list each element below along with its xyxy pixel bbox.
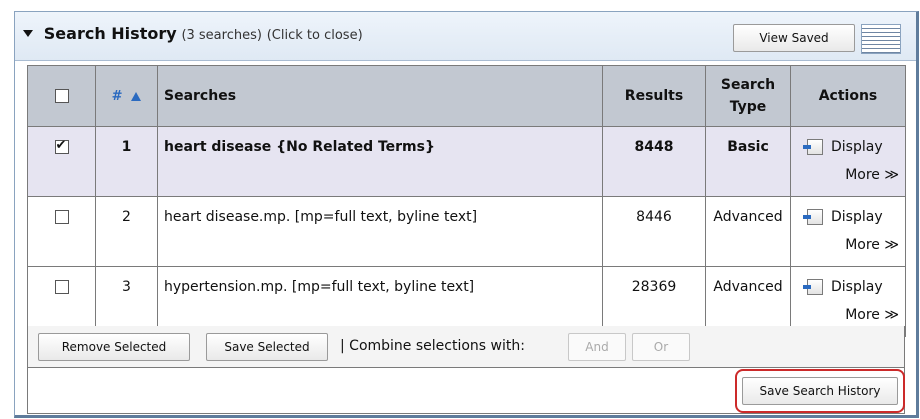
- display-link[interactable]: Display: [831, 139, 883, 155]
- row-search-type: Basic: [705, 126, 791, 197]
- save-search-history-button[interactable]: Save Search History: [742, 377, 898, 405]
- remove-selected-button[interactable]: Remove Selected: [38, 333, 190, 361]
- selection-actions-bar: Remove Selected Save Selected | Combine …: [27, 326, 905, 368]
- table-header-row: # Searches Results Search Type Actions: [27, 65, 906, 127]
- search-history-header[interactable]: Search History (3 searches) (Click to cl…: [15, 12, 916, 61]
- display-action[interactable]: Display: [803, 279, 883, 295]
- search-type-column-header: Search Type: [705, 65, 791, 127]
- panel-title[interactable]: Search History: [44, 24, 177, 43]
- search-history-table: # Searches Results Search Type Actions 1…: [27, 65, 906, 337]
- searches-header-label: Searches: [164, 88, 237, 104]
- combine-label: | Combine selections with:: [340, 338, 525, 354]
- row-number: 2: [95, 196, 158, 267]
- row-number: 1: [95, 126, 158, 197]
- display-link[interactable]: Display: [831, 209, 883, 225]
- display-action[interactable]: Display: [803, 139, 883, 155]
- row-results: 8448: [602, 126, 706, 197]
- actions-header-label: Actions: [818, 88, 878, 104]
- display-action[interactable]: Display: [803, 209, 883, 225]
- table-row: 2 heart disease.mp. [mp=full text, bylin…: [27, 196, 906, 267]
- view-saved-button[interactable]: View Saved: [733, 24, 855, 52]
- row-search-text: heart disease.mp. [mp=full text, byline …: [157, 196, 603, 267]
- row-checkbox[interactable]: [54, 210, 69, 224]
- row-results: 8446: [602, 196, 706, 267]
- list-lines-icon[interactable]: [861, 24, 901, 54]
- save-history-bar: Save Search History: [27, 368, 905, 414]
- select-all-cell: [27, 65, 96, 127]
- row-checkbox-cell: [27, 126, 96, 197]
- display-icon[interactable]: [803, 209, 823, 225]
- display-icon[interactable]: [803, 279, 823, 295]
- header-title-wrap[interactable]: Search History (3 searches) (Click to cl…: [23, 24, 363, 43]
- number-header-label[interactable]: #: [112, 89, 123, 104]
- more-link[interactable]: More ≫: [845, 307, 899, 323]
- search-type-header-label: Search Type: [720, 77, 776, 115]
- row-checkbox[interactable]: [54, 280, 69, 294]
- or-button[interactable]: Or: [632, 333, 690, 361]
- row-actions: Display More ≫: [790, 126, 906, 197]
- actions-column-header: Actions: [790, 65, 906, 127]
- number-column-header[interactable]: #: [95, 65, 158, 127]
- expand-triangle-icon[interactable]: [23, 30, 33, 37]
- search-history-panel: Search History (3 searches) (Click to cl…: [14, 11, 919, 418]
- search-count: (3 searches): [181, 28, 262, 43]
- results-column-header: Results: [602, 65, 706, 127]
- select-all-checkbox[interactable]: [54, 89, 69, 103]
- row-checkbox[interactable]: [54, 138, 69, 154]
- and-button[interactable]: And: [568, 333, 626, 361]
- row-search-type: Advanced: [705, 196, 791, 267]
- row-checkbox-cell: [27, 196, 96, 267]
- save-selected-button[interactable]: Save Selected: [206, 333, 328, 361]
- results-header-label: Results: [624, 88, 684, 104]
- display-link[interactable]: Display: [831, 279, 883, 295]
- row-search-text: heart disease {No Related Terms}: [157, 126, 603, 197]
- table-row: 1 heart disease {No Related Terms} 8448 …: [27, 126, 906, 197]
- row-actions: Display More ≫: [790, 196, 906, 267]
- display-icon[interactable]: [803, 139, 823, 155]
- sort-ascending-icon[interactable]: [131, 92, 142, 101]
- searches-column-header: Searches: [157, 65, 603, 127]
- more-link[interactable]: More ≫: [845, 167, 899, 183]
- click-to-close[interactable]: (Click to close): [267, 28, 363, 43]
- more-link[interactable]: More ≫: [845, 237, 899, 253]
